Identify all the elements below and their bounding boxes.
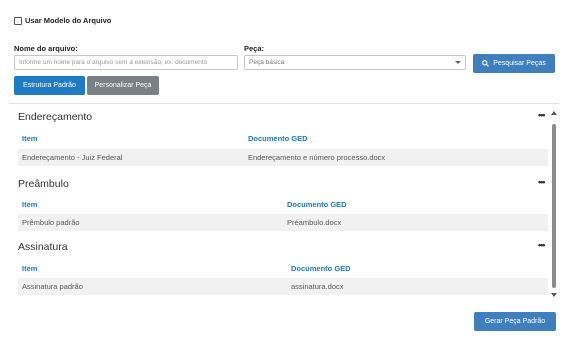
generate-standard-piece-button[interactable]: Gerar Peça Padrão xyxy=(474,312,556,331)
tab-customize-label: Personalizar Peça xyxy=(94,82,152,89)
tab-standard-label: Estrutura Padrão xyxy=(23,82,76,89)
table-cell-document: Préambulo.docx xyxy=(287,218,342,227)
col-header-ged-document: Documento GED xyxy=(248,134,308,143)
table-row[interactable] xyxy=(18,214,548,231)
filename-placeholder: Informe um nome para o arquivo sem a ext… xyxy=(19,59,208,66)
more-options-icon[interactable]: ••• xyxy=(538,110,546,120)
search-pieces-label: Pesquisar Peças xyxy=(493,60,546,67)
col-header-ged-document: Documento GED xyxy=(287,200,347,209)
section-title-addressing: Endereçamento xyxy=(18,111,93,123)
filename-input[interactable]: Informe um nome para o arquivo sem a ext… xyxy=(14,55,238,70)
table-cell-item: Prêmbulo padrão xyxy=(22,218,80,227)
chevron-down-icon xyxy=(455,61,461,64)
more-options-icon[interactable]: ••• xyxy=(538,177,546,187)
table-cell-item: Assinatura padrão xyxy=(22,282,83,291)
filename-label: Nome do arquivo: xyxy=(14,44,78,53)
scroll-up-icon[interactable] xyxy=(551,111,557,115)
col-header-ged-document: Documento GED xyxy=(291,264,351,273)
scrollbar-thumb[interactable] xyxy=(552,124,556,288)
col-header-item: Item xyxy=(22,200,38,209)
section-title-signature: Assinatura xyxy=(18,241,68,253)
structure-panel: Endereçamento ••• Item Documento GED End… xyxy=(10,103,559,301)
table-cell-document: Endereçamento e número processo.docx xyxy=(248,153,386,162)
generate-standard-piece-label: Gerar Peça Padrão xyxy=(484,318,546,325)
table-cell-document: assinatura.docx xyxy=(291,282,344,291)
search-icon xyxy=(482,60,490,67)
col-header-item: Item xyxy=(22,264,38,273)
tab-customize-piece[interactable]: Personalizar Peça xyxy=(87,76,159,95)
piece-label: Peça: xyxy=(244,44,265,53)
tab-standard-structure[interactable]: Estrutura Padrão xyxy=(14,76,85,95)
section-title-preamble: Preâmbulo xyxy=(18,178,69,190)
search-pieces-button[interactable]: Pesquisar Peças xyxy=(473,54,555,73)
col-header-item: Item xyxy=(22,134,38,143)
use-template-checkbox-row[interactable]: Usar Modelo do Arquivo xyxy=(14,16,111,25)
table-row[interactable] xyxy=(18,278,548,295)
scroll-down-icon[interactable] xyxy=(551,293,557,297)
use-template-label: Usar Modelo do Arquivo xyxy=(25,16,112,25)
piece-select[interactable]: Peça básica xyxy=(244,55,466,70)
more-options-icon[interactable]: ••• xyxy=(538,240,546,250)
table-cell-item: Endereçamento - Juiz Federal xyxy=(22,153,123,162)
use-template-checkbox[interactable] xyxy=(14,16,22,25)
piece-select-value: Peça básica xyxy=(249,59,285,66)
